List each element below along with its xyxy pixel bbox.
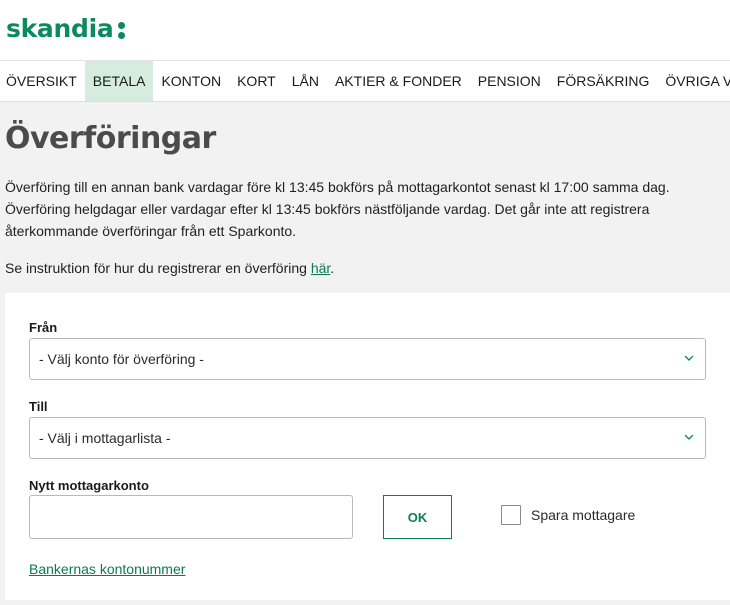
intro-line-2: Överföring helgdagar eller vardagar efte… <box>5 201 650 239</box>
skandia-logo[interactable]: skandia <box>6 14 126 43</box>
save-recipient-checkbox[interactable] <box>501 505 521 525</box>
bank-account-numbers-link[interactable]: Bankernas kontonummer <box>29 561 185 577</box>
intro-text: Överföring till en annan bank vardagar f… <box>5 176 725 242</box>
save-recipient[interactable]: Spara mottagare <box>501 505 635 525</box>
new-account-input[interactable] <box>29 495 353 539</box>
save-recipient-label: Spara mottagare <box>531 507 636 523</box>
nav-item-ovriga-val[interactable]: ÖVRIGA VAL <box>657 61 730 101</box>
instruction-end: . <box>330 260 335 276</box>
nav-item-betala[interactable]: BETALA <box>84 61 154 101</box>
ok-button[interactable]: OK <box>383 495 452 539</box>
page-title: Överföringar <box>5 121 216 156</box>
to-select[interactable]: - Välj i mottagarlista - <box>29 417 706 459</box>
main-nav: ÖVERSIKT BETALA KONTON KORT LÅN AKTIER &… <box>0 61 730 102</box>
nav-item-aktier-fonder[interactable]: AKTIER & FONDER <box>327 61 470 101</box>
instruction-link[interactable]: här <box>311 260 330 276</box>
transfer-form: Från - Välj konto för överföring - Till … <box>5 293 730 600</box>
chevron-down-icon <box>684 434 694 440</box>
instruction-text: Se instruktion för hur du registrerar en… <box>5 257 334 279</box>
logo-text: skandia <box>6 14 114 43</box>
nav-item-forsakring[interactable]: FÖRSÄKRING <box>549 61 658 101</box>
nav-item-konton[interactable]: KONTON <box>153 61 229 101</box>
nav-item-oversikt[interactable]: ÖVERSIKT <box>0 61 85 101</box>
new-account-label: Nytt mottagarkonto <box>29 478 149 493</box>
nav-item-kort[interactable]: KORT <box>229 61 284 101</box>
header: skandia <box>0 0 730 61</box>
intro-line-1: Överföring till en annan bank vardagar f… <box>5 179 670 195</box>
from-label: Från <box>29 320 58 335</box>
instruction-label: Se instruktion för hur du registrerar en… <box>5 260 311 276</box>
from-select[interactable]: - Välj konto för överföring - <box>29 338 706 380</box>
from-select-value: - Välj konto för överföring - <box>39 351 204 367</box>
to-label: Till <box>29 399 48 414</box>
nav-item-pension[interactable]: PENSION <box>470 61 549 101</box>
to-select-value: - Välj i mottagarlista - <box>39 430 171 446</box>
logo-dots-icon <box>118 22 126 39</box>
chevron-down-icon <box>684 355 694 361</box>
nav-item-lan[interactable]: LÅN <box>284 61 327 101</box>
